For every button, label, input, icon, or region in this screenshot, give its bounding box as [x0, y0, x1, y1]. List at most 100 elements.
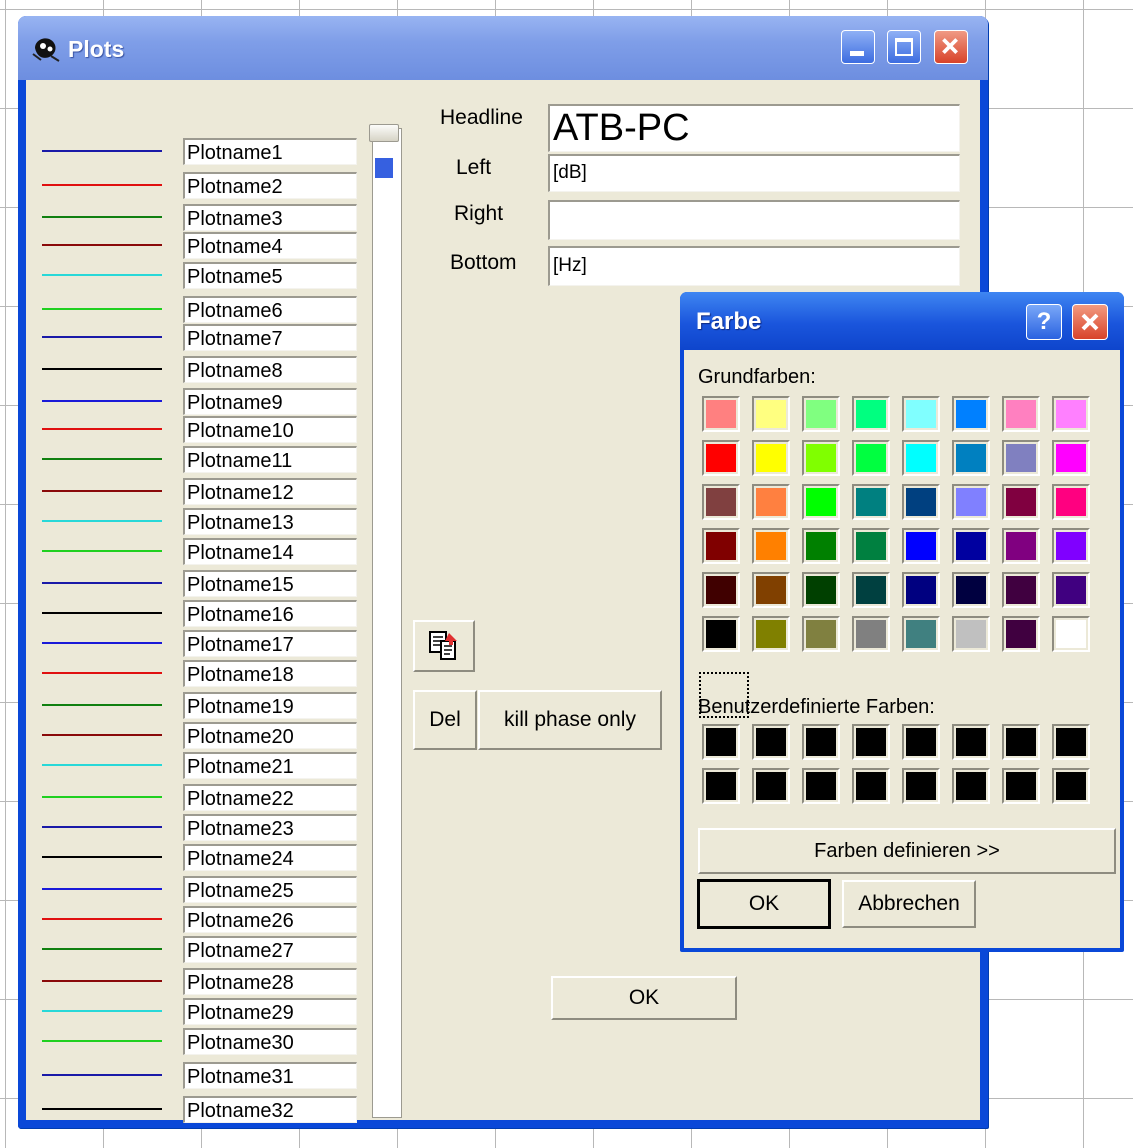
custom-color-swatch[interactable] [902, 768, 940, 804]
basic-color-swatch[interactable] [702, 528, 740, 564]
plot-name-field[interactable]: Plotname28 [183, 968, 357, 995]
plot-line-sample[interactable] [42, 244, 162, 246]
plot-list-scrollbar[interactable] [372, 128, 402, 1118]
basic-color-swatch[interactable] [752, 484, 790, 520]
del-button[interactable]: Del [413, 690, 477, 750]
custom-color-swatch[interactable] [1002, 724, 1040, 760]
plot-line-sample[interactable] [42, 184, 162, 186]
plot-line-sample[interactable] [42, 764, 162, 766]
plot-line-sample[interactable] [42, 704, 162, 706]
ok-button[interactable]: OK [551, 976, 737, 1020]
custom-color-swatch[interactable] [1052, 724, 1090, 760]
plot-name-field[interactable]: Plotname25 [183, 876, 357, 903]
plot-line-sample[interactable] [42, 490, 162, 492]
plot-name-field[interactable]: Plotname31 [183, 1062, 357, 1089]
basic-color-swatch[interactable] [902, 572, 940, 608]
basic-color-swatch[interactable] [1052, 396, 1090, 432]
plot-name-field[interactable]: Plotname3 [183, 204, 357, 231]
plot-name-field[interactable]: Plotname8 [183, 356, 357, 383]
plot-name-field[interactable]: Plotname21 [183, 752, 357, 779]
basic-color-swatch[interactable] [1002, 616, 1040, 652]
custom-color-swatch[interactable] [1052, 768, 1090, 804]
define-colors-button[interactable]: Farben definieren >> [698, 828, 1116, 874]
plot-line-sample[interactable] [42, 642, 162, 644]
basic-color-swatch[interactable] [952, 528, 990, 564]
close-button[interactable] [934, 30, 968, 64]
plot-line-sample[interactable] [42, 796, 162, 798]
basic-color-swatch[interactable] [952, 396, 990, 432]
basic-color-swatch[interactable] [1052, 528, 1090, 564]
plot-name-field[interactable]: Plotname18 [183, 660, 357, 687]
plot-name-field[interactable]: Plotname20 [183, 722, 357, 749]
basic-color-swatch[interactable] [1052, 572, 1090, 608]
plot-name-field[interactable]: Plotname7 [183, 324, 357, 351]
plot-line-sample[interactable] [42, 336, 162, 338]
basic-color-swatch[interactable] [852, 528, 890, 564]
plot-line-sample[interactable] [42, 980, 162, 982]
basic-color-swatch[interactable] [1052, 616, 1090, 652]
custom-color-swatch[interactable] [952, 724, 990, 760]
plot-name-field[interactable]: Plotname10 [183, 416, 357, 443]
plot-name-field[interactable]: Plotname26 [183, 906, 357, 933]
basic-color-swatch[interactable] [852, 396, 890, 432]
basic-color-swatch[interactable] [852, 572, 890, 608]
plot-line-sample[interactable] [42, 856, 162, 858]
plot-line-sample[interactable] [42, 918, 162, 920]
plot-line-sample[interactable] [42, 308, 162, 310]
basic-color-swatch[interactable] [802, 572, 840, 608]
color-dialog-close-button[interactable] [1072, 304, 1108, 340]
custom-color-swatch[interactable] [702, 768, 740, 804]
custom-color-swatch[interactable] [952, 768, 990, 804]
basic-color-swatch[interactable] [702, 440, 740, 476]
plots-titlebar[interactable]: Plots [18, 16, 988, 80]
scrollbar-thumb[interactable] [369, 124, 399, 142]
basic-color-swatch[interactable] [952, 616, 990, 652]
custom-color-swatch[interactable] [702, 724, 740, 760]
basic-color-swatch[interactable] [702, 396, 740, 432]
plot-name-field[interactable]: Plotname15 [183, 570, 357, 597]
plot-line-sample[interactable] [42, 150, 162, 152]
custom-color-swatch[interactable] [802, 768, 840, 804]
basic-color-swatch[interactable] [1002, 440, 1040, 476]
bottom-axis-input[interactable]: [Hz] [548, 246, 960, 286]
maximize-button[interactable] [887, 30, 921, 64]
basic-color-swatch[interactable] [802, 484, 840, 520]
plot-name-field[interactable]: Plotname14 [183, 538, 357, 565]
plot-line-sample[interactable] [42, 400, 162, 402]
basic-color-swatch[interactable] [1002, 484, 1040, 520]
help-button[interactable]: ? [1026, 304, 1062, 340]
basic-color-swatch[interactable] [852, 440, 890, 476]
basic-color-swatch[interactable] [852, 484, 890, 520]
plot-name-field[interactable]: Plotname4 [183, 232, 357, 259]
basic-color-swatch[interactable] [702, 572, 740, 608]
plot-line-sample[interactable] [42, 948, 162, 950]
plot-line-sample[interactable] [42, 672, 162, 674]
basic-color-swatch[interactable] [952, 484, 990, 520]
plot-line-sample[interactable] [42, 734, 162, 736]
plot-name-field[interactable]: Plotname11 [183, 446, 357, 473]
basic-color-swatch[interactable] [1052, 484, 1090, 520]
plot-name-field[interactable]: Plotname30 [183, 1028, 357, 1055]
plot-line-sample[interactable] [42, 1074, 162, 1076]
plot-line-sample[interactable] [42, 612, 162, 614]
basic-color-swatch[interactable] [1002, 396, 1040, 432]
plot-line-sample[interactable] [42, 216, 162, 218]
custom-color-swatch[interactable] [902, 724, 940, 760]
plot-name-field[interactable]: Plotname27 [183, 936, 357, 963]
plot-line-sample[interactable] [42, 888, 162, 890]
custom-color-swatch[interactable] [852, 768, 890, 804]
plot-line-sample[interactable] [42, 582, 162, 584]
basic-color-swatch[interactable] [752, 572, 790, 608]
left-axis-input[interactable]: [dB] [548, 154, 960, 192]
plot-line-sample[interactable] [42, 1108, 162, 1110]
basic-color-swatch[interactable] [702, 616, 740, 652]
plot-name-field[interactable]: Plotname17 [183, 630, 357, 657]
basic-color-swatch[interactable] [902, 616, 940, 652]
basic-color-swatch[interactable] [802, 528, 840, 564]
kill-phase-only-button[interactable]: kill phase only [478, 690, 662, 750]
plot-name-field[interactable]: Plotname32 [183, 1096, 357, 1123]
custom-color-swatch[interactable] [852, 724, 890, 760]
plot-name-field[interactable]: Plotname22 [183, 784, 357, 811]
plot-name-field[interactable]: Plotname2 [183, 172, 357, 199]
color-cancel-button[interactable]: Abbrechen [842, 880, 976, 928]
